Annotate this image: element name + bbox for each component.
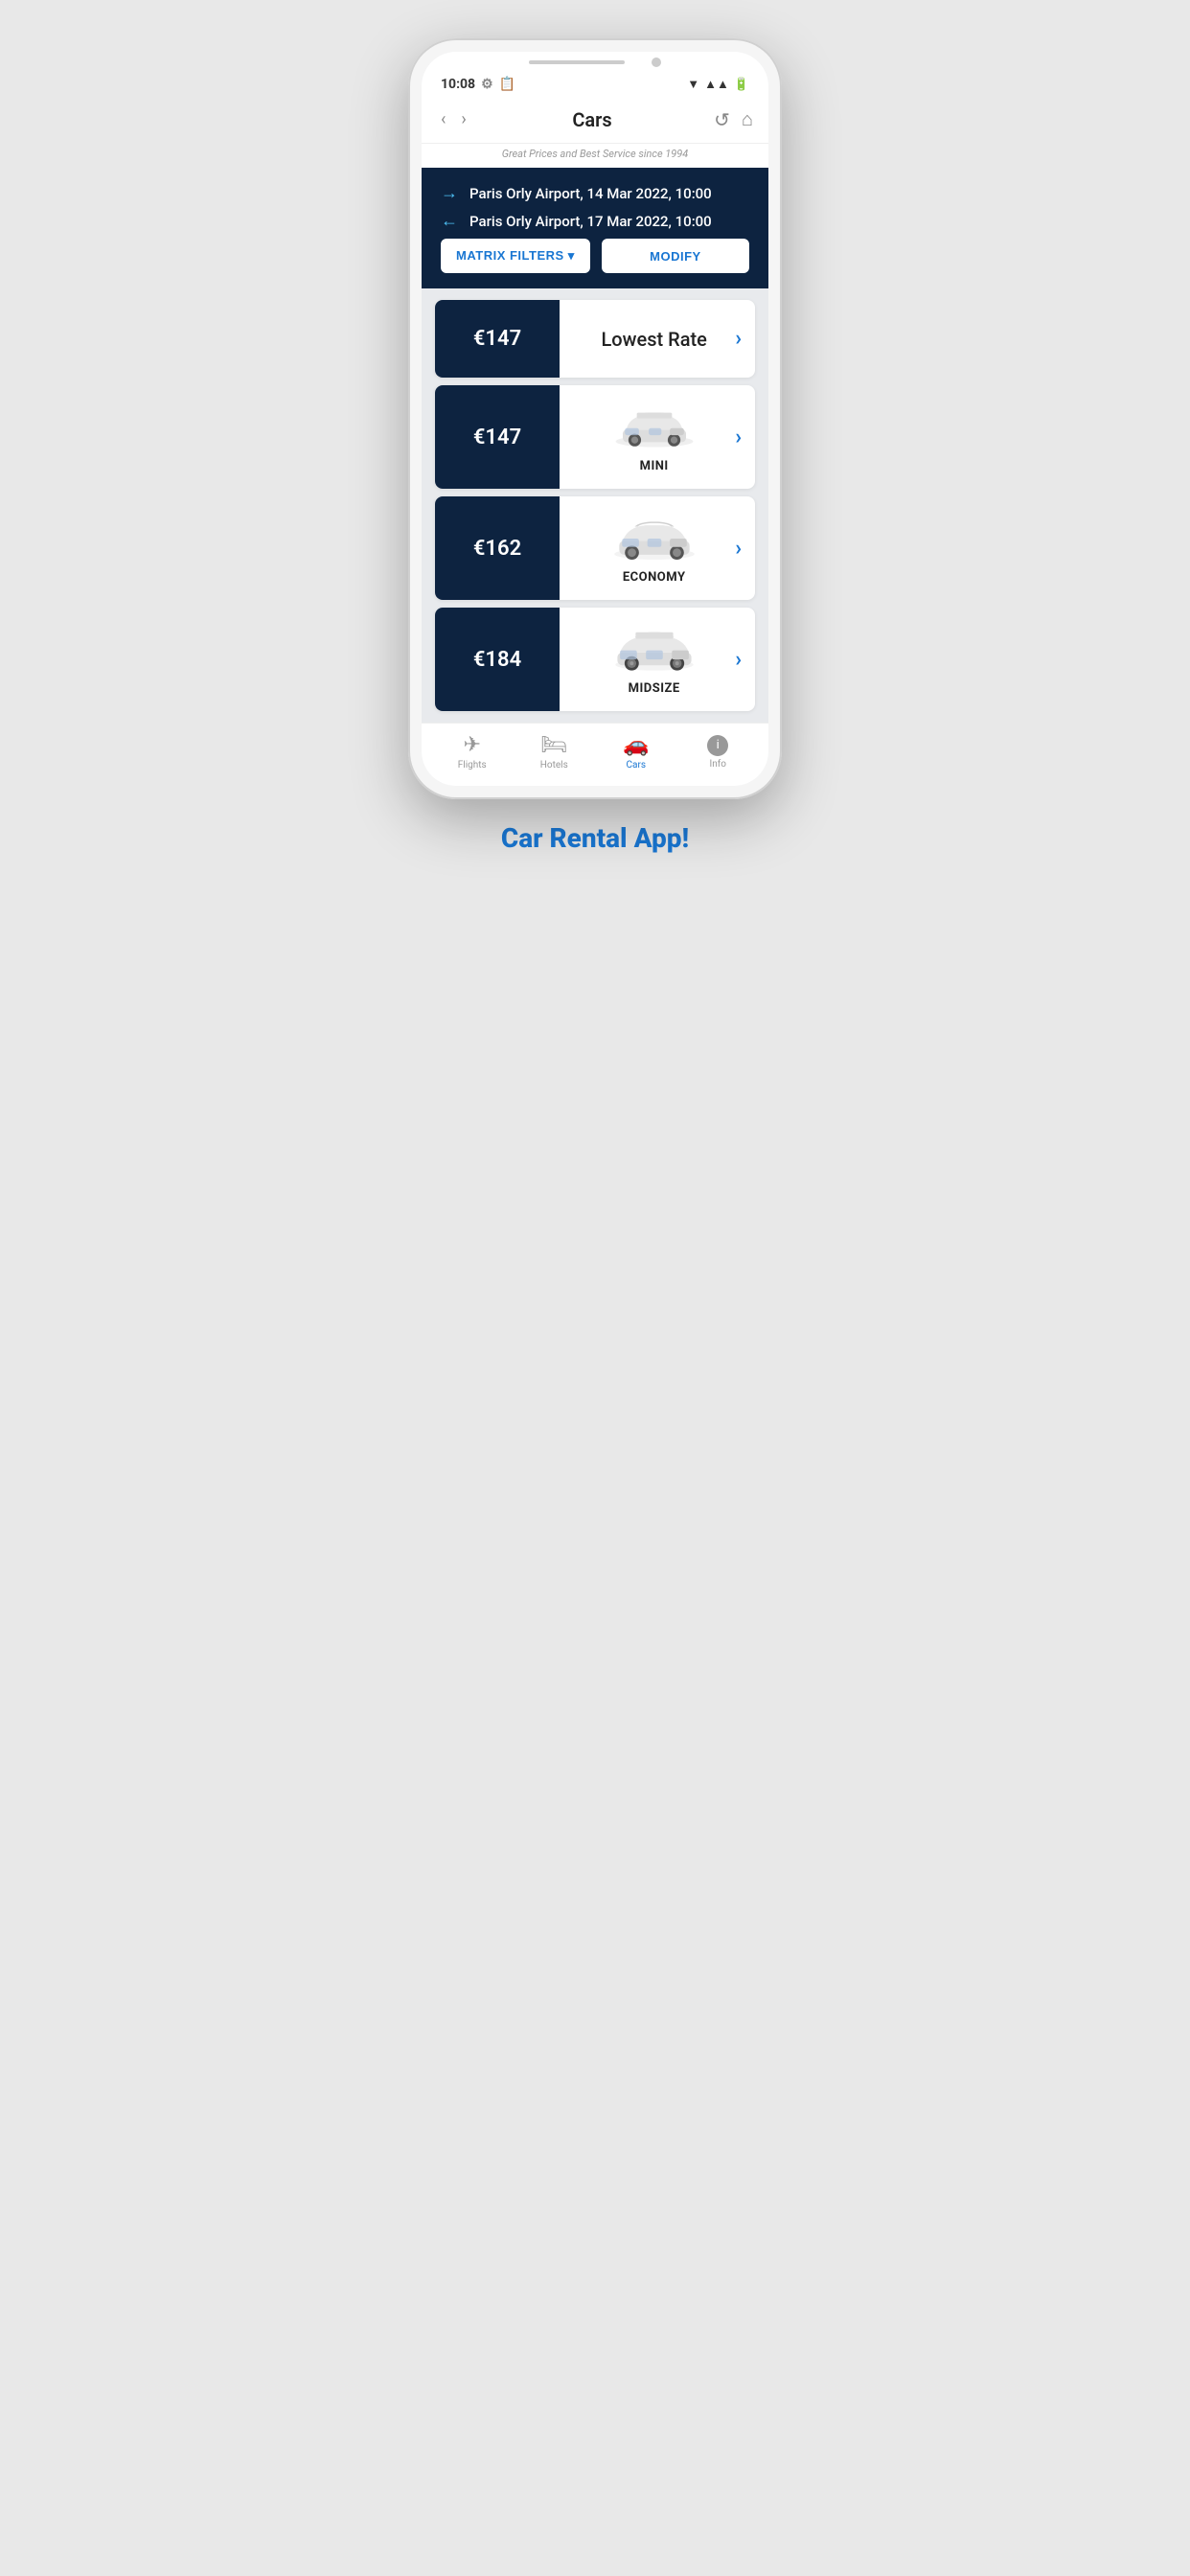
car-card-economy[interactable]: €162: [435, 496, 755, 600]
phone-screen: 10:08 ⚙ 📋 ▼ ▲▲ 🔋 ‹ › Cars ↺ ⌂ Gre: [422, 52, 768, 786]
dropoff-arrow-icon: ←: [441, 211, 460, 231]
status-time: 10:08: [441, 77, 475, 92]
price-lowest-rate: €147: [473, 327, 521, 351]
subtitle-bar: Great Prices and Best Service since 1994: [422, 144, 768, 168]
chevron-right-icon-midsize: ›: [735, 648, 742, 672]
nav-actions: ↺ ⌂: [714, 107, 753, 131]
info-icon: i: [707, 735, 728, 756]
chevron-right-icon: ›: [735, 327, 742, 351]
car-details-midsize: MIDSIZE: [573, 623, 735, 696]
bottom-nav-info[interactable]: i Info: [689, 735, 746, 770]
hotels-icon: 🛏: [540, 733, 567, 757]
car-details-economy: ECONOMY: [573, 512, 735, 585]
storage-icon: 📋: [499, 77, 515, 92]
car-image-economy: [611, 512, 698, 564]
flights-label: Flights: [458, 760, 487, 770]
battery-icon: 🔋: [734, 78, 749, 92]
cars-label: Cars: [627, 760, 647, 770]
car-image-midsize: [611, 623, 698, 676]
status-right: ▼ ▲▲ 🔋: [687, 77, 749, 92]
price-block-midsize: €184: [435, 608, 560, 711]
car-image-mini: [611, 401, 698, 453]
nav-arrows: ‹ ›: [437, 105, 470, 133]
dropoff-row: ← Paris Orly Airport, 17 Mar 2022, 10:00: [441, 211, 749, 231]
price-block-mini: €147: [435, 385, 560, 489]
status-bar: 10:08 ⚙ 📋 ▼ ▲▲ 🔋: [422, 67, 768, 98]
refresh-button[interactable]: ↺: [714, 108, 730, 131]
car-label-mini: MINI: [640, 459, 669, 473]
cars-icon: 🚗: [623, 733, 649, 757]
hotels-label: Hotels: [540, 760, 568, 770]
notch-bar: [529, 60, 625, 64]
camera-dot: [652, 58, 661, 67]
notch: [422, 52, 768, 67]
dropoff-text: Paris Orly Airport, 17 Mar 2022, 10:00: [469, 213, 712, 230]
car-info-midsize: MIDSIZE ›: [560, 608, 755, 711]
navigation-bar: ‹ › Cars ↺ ⌂: [422, 98, 768, 144]
bottom-nav-hotels[interactable]: 🛏 Hotels: [525, 733, 583, 770]
car-list: €147 Lowest Rate › €147: [422, 288, 768, 723]
matrix-filters-button[interactable]: MATRIX FILTERS ▾: [441, 239, 590, 273]
pickup-row: → Paris Orly Airport, 14 Mar 2022, 10:00: [441, 183, 749, 203]
price-block-economy: €162: [435, 496, 560, 600]
status-left: 10:08 ⚙ 📋: [441, 77, 515, 92]
pickup-arrow-icon: →: [441, 183, 460, 203]
phone-device: 10:08 ⚙ 📋 ▼ ▲▲ 🔋 ‹ › Cars ↺ ⌂ Gre: [408, 38, 782, 799]
car-label-midsize: MIDSIZE: [629, 681, 680, 696]
bottom-nav-cars[interactable]: 🚗 Cars: [607, 733, 665, 770]
flights-icon: ✈: [464, 733, 481, 757]
bottom-navigation: ✈ Flights 🛏 Hotels 🚗 Cars i Info: [422, 723, 768, 786]
car-info-economy: ECONOMY ›: [560, 496, 755, 600]
subtitle-text: Great Prices and Best Service since 1994: [502, 148, 689, 160]
car-card-midsize[interactable]: €184: [435, 608, 755, 711]
price-mini: €147: [473, 426, 521, 449]
chevron-right-icon-mini: ›: [735, 426, 742, 449]
pickup-text: Paris Orly Airport, 14 Mar 2022, 10:00: [469, 185, 712, 202]
car-info-lowest-rate: Lowest Rate ›: [560, 300, 755, 378]
home-button[interactable]: ⌂: [742, 107, 753, 131]
car-card-mini[interactable]: €147: [435, 385, 755, 489]
price-economy: €162: [473, 537, 521, 561]
page-title: Cars: [470, 108, 714, 131]
forward-button[interactable]: ›: [457, 105, 469, 133]
info-label: Info: [710, 759, 726, 770]
search-buttons: MATRIX FILTERS ▾ MODIFY: [441, 239, 749, 273]
settings-icon: ⚙: [481, 77, 493, 92]
back-button[interactable]: ‹: [437, 105, 449, 133]
car-details-mini: MINI: [573, 401, 735, 473]
wifi-icon: ▼: [687, 77, 699, 92]
signal-icon: ▲▲: [704, 77, 729, 92]
modify-button[interactable]: MODIFY: [602, 239, 749, 273]
car-info-mini: MINI ›: [560, 385, 755, 489]
car-label-economy: ECONOMY: [623, 570, 686, 585]
chevron-right-icon-economy: ›: [735, 537, 742, 561]
car-label-lowest-rate: Lowest Rate: [601, 328, 706, 351]
bottom-nav-flights[interactable]: ✈ Flights: [444, 733, 501, 770]
price-midsize: €184: [473, 648, 521, 672]
footer-text: Car Rental App!: [501, 822, 689, 854]
price-block-lowest-rate: €147: [435, 300, 560, 378]
car-card-lowest-rate[interactable]: €147 Lowest Rate ›: [435, 300, 755, 378]
search-header: → Paris Orly Airport, 14 Mar 2022, 10:00…: [422, 168, 768, 288]
car-details-lowest-rate: Lowest Rate: [573, 328, 735, 351]
